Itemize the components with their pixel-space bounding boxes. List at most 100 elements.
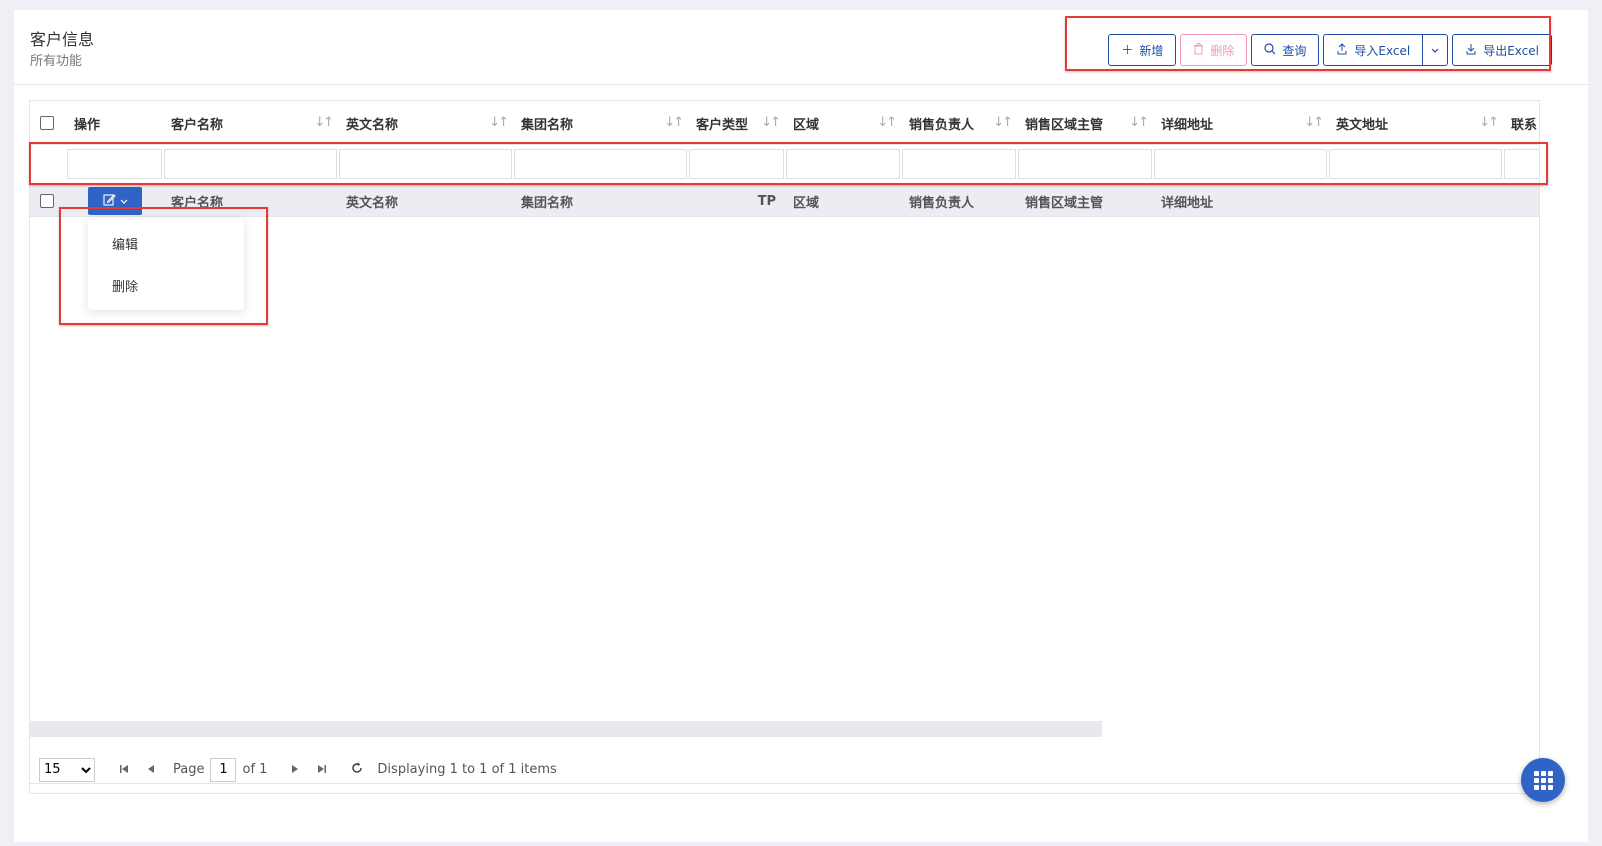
row-action-menu: 编辑 删除 [88,218,244,310]
sort-icon[interactable]: ↓↑ [489,115,509,130]
trash-icon [1193,43,1204,57]
sort-icon[interactable]: ↓↑ [1129,115,1149,130]
sort-icon[interactable]: ↓↑ [664,115,684,130]
export-excel-button[interactable]: 导出Excel [1452,34,1552,66]
cell-english-name: 英文名称 [346,195,399,211]
filter-english-name-input[interactable] [339,149,512,179]
cell-sales-owner: 销售负责人 [909,195,975,211]
header-label: 销售区域主管 [1025,117,1104,133]
sort-icon[interactable]: ↓↑ [993,115,1013,130]
sort-icon[interactable]: ↓↑ [761,115,781,130]
sort-icon[interactable]: ↓↑ [314,115,334,130]
header-contact[interactable]: 联系 [1503,101,1539,145]
page-size-select[interactable]: 15 [39,757,95,782]
import-dropdown-toggle[interactable] [1422,34,1449,66]
grid-dot [1533,784,1539,790]
grid-dot [1540,770,1546,776]
header-address[interactable]: 详细地址 ↓↑ [1153,101,1328,145]
grid-dot [1547,777,1553,783]
filter-english-address-input[interactable] [1329,149,1502,179]
import-excel-button[interactable]: 导入Excel [1323,34,1424,66]
cell-address: 详细地址 [1161,195,1214,211]
page-title: 客户信息 [30,30,95,49]
search-icon [1264,43,1276,57]
filter-customer-type-input[interactable] [689,149,784,179]
grid-dot [1547,784,1553,790]
first-page-icon[interactable] [119,763,129,777]
cell-customer-type: TP [757,193,776,209]
header-label: 客户类型 [696,117,749,133]
header-select-all-cell [32,101,66,145]
sort-icon[interactable]: ↓↑ [1304,115,1324,130]
table-row[interactable]: 客户名称 英文名称 集团名称 TP 区域 销售负责人 销售区域主管 详细地址 [30,185,1539,217]
grid-dot [1540,784,1546,790]
menu-item-delete[interactable]: 删除 [112,276,138,295]
next-page-icon[interactable] [291,763,299,777]
row-checkbox[interactable] [40,194,54,208]
plus-icon: ＋ [1121,43,1134,57]
header-region[interactable]: 区域 ↓↑ [785,101,901,145]
main-panel: 客户信息 所有功能 ＋ 新增 删除 查询 导入Excel 导出Excel 操作 … [14,10,1588,842]
header-label: 区域 [793,117,820,133]
filter-contact-input[interactable] [1504,149,1539,179]
header-sales-region-manager[interactable]: 销售区域主管 ↓↑ [1017,101,1153,145]
select-all-checkbox[interactable] [40,116,54,130]
pagination-bar: 15 Page of 1 Displaying 1 to 1 of 1 item… [29,746,1540,794]
chevron-down-icon [120,194,128,208]
filter-op-input[interactable] [67,149,162,179]
page-label: Page [173,762,205,777]
header-label: 操作 [74,117,101,133]
row-action-button[interactable] [88,187,142,215]
menu-item-edit[interactable]: 编辑 [112,234,138,253]
header-label: 集团名称 [521,117,574,133]
grid-dot [1533,777,1539,783]
add-button-label: 新增 [1139,43,1164,58]
header-label: 联系 [1511,117,1538,133]
filter-sales-region-manager-input[interactable] [1018,149,1152,179]
upload-icon [1336,43,1348,57]
import-button-group: 导入Excel [1323,34,1449,66]
export-excel-label: 导出Excel [1483,43,1539,58]
page-subtitle: 所有功能 [30,54,83,69]
header-group-name[interactable]: 集团名称 ↓↑ [513,101,688,145]
sort-icon[interactable]: ↓↑ [1479,115,1499,130]
header-label: 英文地址 [1336,117,1389,133]
header-customer-type[interactable]: 客户类型 ↓↑ [688,101,785,145]
chevron-down-icon [1431,44,1439,56]
last-page-icon[interactable] [317,763,327,777]
add-button[interactable]: ＋ 新增 [1108,34,1177,66]
horizontal-scrollbar[interactable] [30,721,1102,737]
header-english-address[interactable]: 英文地址 ↓↑ [1328,101,1503,145]
filter-customer-name-input[interactable] [164,149,337,179]
download-icon [1465,43,1477,57]
filter-address-input[interactable] [1154,149,1327,179]
toolbar: ＋ 新增 删除 查询 导入Excel 导出Excel [1108,34,1552,66]
refresh-icon[interactable] [351,762,363,777]
query-button[interactable]: 查询 [1251,34,1320,66]
prev-page-icon[interactable] [147,763,155,777]
grid-dot [1547,770,1553,776]
filter-group-name-input[interactable] [514,149,687,179]
grid-header-row: 操作 客户名称 ↓↑ 英文名称 ↓↑ 集团名称 ↓↑ 客户类型 ↓↑ 区域 ↓↑ 销售负责… [30,101,1539,145]
header-label: 详细地址 [1161,117,1214,133]
header-english-name[interactable]: 英文名称 ↓↑ [338,101,513,145]
header-label: 英文名称 [346,117,399,133]
delete-button[interactable]: 删除 [1180,34,1248,66]
header-label: 销售负责人 [909,117,975,133]
header-label: 客户名称 [171,117,224,133]
data-grid: 操作 客户名称 ↓↑ 英文名称 ↓↑ 集团名称 ↓↑ 客户类型 ↓↑ 区域 ↓↑ 销售负责… [29,100,1540,784]
cell-customer-name: 客户名称 [171,195,224,211]
display-info: Displaying 1 to 1 of 1 items [377,762,557,777]
grid-dot [1533,770,1539,776]
app-launcher-button[interactable] [1521,758,1565,802]
sort-icon[interactable]: ↓↑ [877,115,897,130]
page-number-input[interactable] [210,757,237,782]
filter-sales-owner-input[interactable] [902,149,1016,179]
filter-region-input[interactable] [786,149,900,179]
import-excel-label: 导入Excel [1354,43,1411,58]
delete-button-label: 删除 [1210,43,1235,58]
header-customer-name[interactable]: 客户名称 ↓↑ [163,101,338,145]
header-sales-owner[interactable]: 销售负责人 ↓↑ [901,101,1017,145]
query-button-label: 查询 [1282,43,1307,58]
cell-region: 区域 [793,195,820,211]
